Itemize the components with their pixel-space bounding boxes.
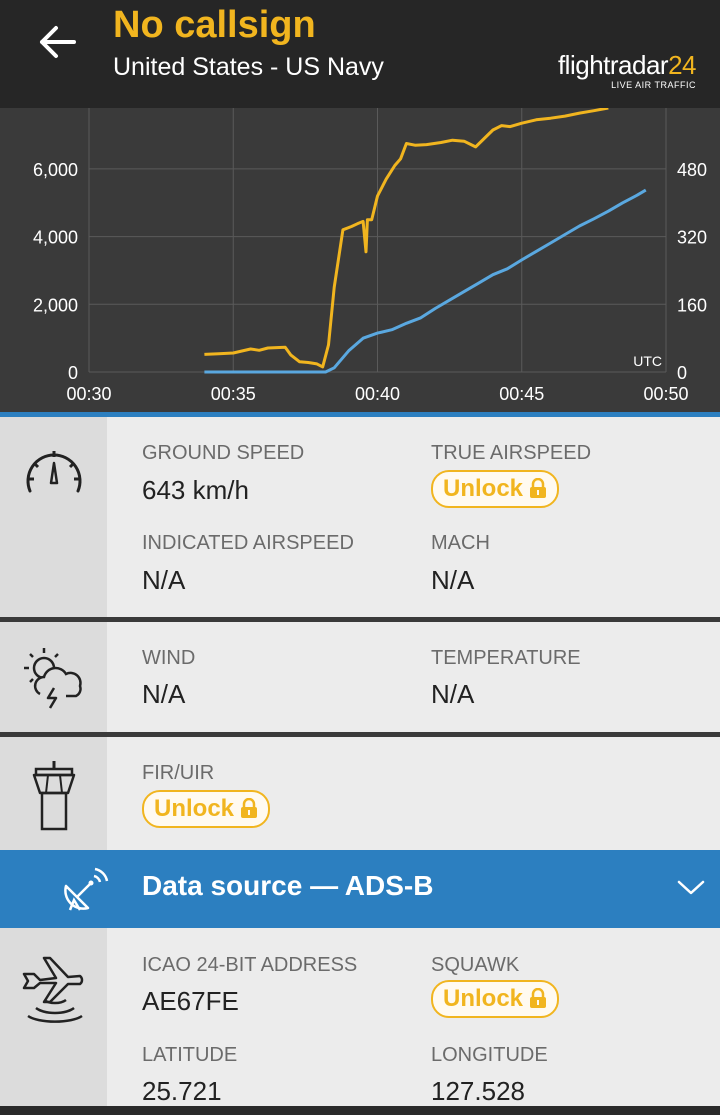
brand-name: flightradar: [557, 50, 669, 80]
y-left-tick-label: 0: [68, 363, 78, 383]
brand-tagline: LIVE AIR TRAFFIC: [611, 80, 696, 90]
app-header: No callsign United States - US Navy flig…: [0, 0, 720, 108]
longitude-value: 127.528: [431, 1076, 525, 1106]
latitude-value: 25.721: [142, 1076, 222, 1106]
chevron-down-icon: [677, 880, 705, 895]
data-source-label: Data source — ADS-B: [142, 870, 434, 901]
control-tower-icon: [32, 761, 76, 831]
x-tick-label: 00:45: [499, 384, 544, 404]
x-tick-label: 00:30: [66, 384, 111, 404]
squawk-unlock-button[interactable]: Unlock: [431, 980, 560, 1018]
chart-svg: 00:30 00:35 00:40 00:45 00:5002,0004,0006,00…: [33, 106, 707, 404]
fir-icon-column: [0, 737, 107, 850]
speed-icon-column: [0, 417, 107, 617]
icao-value: AE67FE: [142, 986, 239, 1016]
speedometer-icon: [26, 451, 82, 493]
speed-series-line: [204, 188, 647, 374]
back-button[interactable]: [30, 18, 86, 66]
data-source-bar[interactable]: Data source — ADS-B: [0, 850, 720, 928]
indicated-airspeed-value: N/A: [142, 565, 186, 595]
fir-section: FIR/UIR Unlock: [0, 737, 720, 850]
y-right-tick-label: 480: [677, 160, 707, 180]
weather-icon-column: [0, 622, 107, 732]
ground-speed-label: GROUND SPEED: [142, 442, 305, 464]
x-tick-label: 00:35: [211, 384, 256, 404]
x-unit-label: UTC: [633, 353, 662, 369]
temperature-value: N/A: [431, 679, 475, 709]
ads-icon-column: [0, 928, 107, 1106]
wind-label: WIND: [142, 647, 196, 669]
fir-label: FIR/UIR: [142, 762, 215, 784]
altitude-speed-chart[interactable]: 00:30 00:35 00:40 00:45 00:50 0 2,000 4,000 6,00…: [0, 106, 720, 412]
longitude-label: LONGITUDE: [431, 1044, 548, 1066]
true-airspeed-unlock-button[interactable]: Unlock: [431, 470, 560, 508]
lock-icon: [240, 794, 258, 828]
ads-section: ICAO 24-BIT ADDRESS AE67FE SQUAWK Unlock…: [0, 928, 720, 1106]
weather-icon: [24, 648, 82, 709]
x-tick-label: 00:40: [355, 384, 400, 404]
page-title: No callsign: [113, 4, 316, 46]
indicated-airspeed-label: INDICATED AIRSPEED: [142, 532, 354, 554]
x-tick-label: 00:50: [643, 384, 688, 404]
ground-speed-value: 643 km/h: [142, 475, 249, 505]
aircraft-signal-icon: [22, 956, 84, 1023]
icao-label: ICAO 24-BIT ADDRESS: [142, 954, 358, 976]
brand-logo: flightradar24 LIVE AIR TRAFFIC: [557, 50, 697, 90]
y-left-tick-label: 6,000: [33, 160, 78, 180]
mach-label: MACH: [431, 532, 490, 554]
latitude-label: LATITUDE: [142, 1044, 238, 1066]
brand-number: 24: [668, 50, 696, 80]
y-left-tick-label: 4,000: [33, 228, 78, 248]
y-right-tick-label: 160: [677, 295, 707, 315]
lock-icon: [529, 984, 547, 1018]
wind-value: N/A: [142, 679, 186, 709]
temperature-label: TEMPERATURE: [431, 647, 581, 669]
unlock-label: Unlock: [443, 475, 524, 502]
speed-section: GROUND SPEED 643 km/h TRUE AIRSPEED Unlo…: [0, 417, 720, 617]
altitude-series-line: [204, 106, 609, 369]
bottom-edge: [0, 1106, 720, 1115]
squawk-label: SQUAWK: [431, 954, 520, 976]
y-right-tick-label: 0: [677, 363, 687, 383]
arrow-left-icon: [40, 26, 76, 58]
unlock-label: Unlock: [154, 795, 235, 822]
mach-value: N/A: [431, 565, 475, 595]
satellite-dish-icon: [64, 867, 109, 911]
unlock-label: Unlock: [443, 985, 524, 1012]
page-subtitle: United States - US Navy: [113, 53, 384, 81]
lock-icon: [529, 474, 547, 508]
fir-unlock-button[interactable]: Unlock: [142, 790, 271, 828]
weather-section: WIND N/A TEMPERATURE N/A: [0, 622, 720, 732]
true-airspeed-label: TRUE AIRSPEED: [431, 442, 592, 464]
y-left-tick-label: 2,000: [33, 295, 78, 315]
y-right-tick-label: 320: [677, 228, 707, 248]
